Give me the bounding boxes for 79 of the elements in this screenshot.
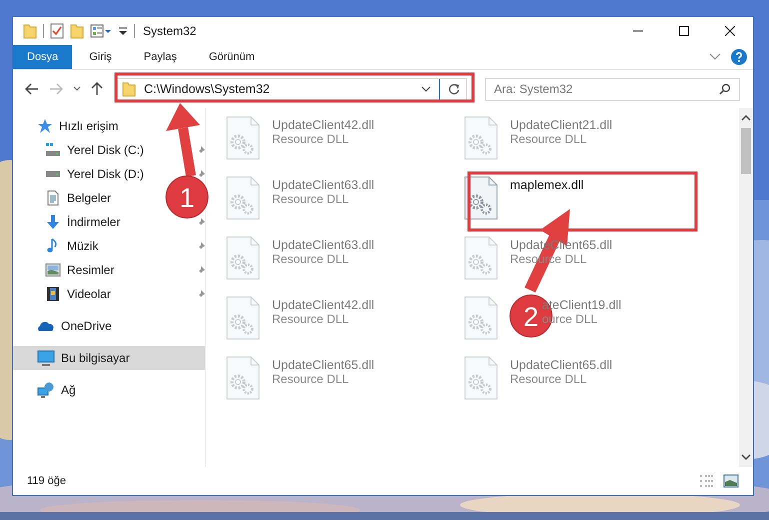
close-icon — [725, 26, 735, 36]
nav-item[interactable]: Hızlı erişim — [13, 114, 122, 138]
ribbon-tab[interactable]: Görünüm — [194, 45, 270, 69]
file-type: Resource DLL — [272, 312, 350, 326]
nav-item[interactable]: Ağ — [13, 378, 80, 402]
gear-file-icon — [226, 176, 260, 220]
scroll-up-icon[interactable] — [741, 114, 751, 122]
gear-file-icon — [226, 356, 260, 400]
film-icon — [45, 286, 61, 302]
pictures-icon — [45, 262, 61, 278]
file-type: Resource DLL — [272, 192, 350, 206]
nav-item[interactable]: Yerel Disk (C:) — [13, 138, 205, 162]
drive-icon — [45, 142, 61, 158]
file-name: UpdateClient63.dll — [272, 238, 374, 252]
file-type: Resource DLL — [272, 372, 350, 386]
properties-icon[interactable] — [90, 24, 112, 38]
gear-file-icon — [464, 296, 498, 340]
file-name: UpdateClient63.dll — [272, 178, 374, 192]
file-name: UpdateClient42.dll — [272, 298, 374, 312]
pin-icon[interactable] — [197, 146, 205, 154]
details-view-icon[interactable] — [699, 474, 715, 488]
pin-icon[interactable] — [197, 218, 205, 226]
item-count: 119 öğe — [27, 475, 66, 487]
gear-file-icon — [464, 116, 498, 160]
nav-item[interactable]: Videolar — [13, 282, 205, 306]
file-name: UpdateClient65.dll — [272, 358, 374, 372]
file-type: Resource DLL — [510, 372, 588, 386]
search-icon — [719, 83, 731, 95]
caret-icon[interactable] — [421, 86, 431, 92]
file-name: maplemex.dll — [510, 178, 584, 192]
help-icon[interactable] — [731, 49, 747, 65]
file-type: Resource DLL — [272, 132, 350, 146]
nav-item[interactable]: Belgeler — [13, 186, 116, 210]
gear-file-icon — [226, 236, 260, 280]
ribbon-tab[interactable]: Paylaş — [128, 45, 192, 69]
checklist-icon[interactable] — [50, 23, 64, 39]
nav-item[interactable]: Müzik — [13, 234, 205, 258]
file-name: UpdateClient42.dll — [272, 118, 374, 132]
network-icon — [37, 382, 55, 398]
refresh-icon[interactable] — [448, 83, 460, 95]
file-name: UpdateClient65.dll — [510, 358, 612, 372]
computer-icon — [37, 350, 55, 366]
pin-icon[interactable] — [197, 242, 205, 250]
large-icons-view-icon[interactable] — [723, 474, 739, 488]
maximize-icon — [679, 26, 689, 36]
gear-file-icon — [464, 176, 498, 220]
expand-ribbon-icon[interactable] — [709, 53, 721, 61]
file-type: Resource DLL — [272, 252, 350, 266]
folder-icon — [122, 81, 136, 97]
gear-file-icon — [226, 116, 260, 160]
scroll-thumb[interactable] — [741, 128, 751, 174]
file-type: Resource DLL — [510, 132, 588, 146]
pin-icon[interactable] — [197, 266, 205, 274]
document-icon — [45, 190, 61, 206]
drive-icon — [45, 171, 61, 177]
download-icon — [45, 214, 61, 230]
dropdown-icon[interactable] — [118, 25, 128, 37]
gear-file-icon — [464, 356, 498, 400]
up-icon[interactable] — [91, 82, 103, 96]
minimize-icon — [633, 30, 643, 32]
back-icon[interactable] — [25, 83, 39, 95]
nav-item[interactable]: OneDrive — [13, 314, 116, 338]
scroll-down-icon[interactable] — [741, 453, 751, 461]
scrollbar[interactable] — [739, 108, 753, 467]
step-marker: 1 — [166, 176, 208, 218]
gear-file-icon — [226, 296, 260, 340]
star-icon — [37, 118, 53, 134]
search-field[interactable]: Ara: System32 — [485, 78, 740, 100]
ribbon-tab[interactable]: Dosya — [13, 45, 72, 69]
ribbon-tab[interactable]: Giriş — [74, 45, 127, 69]
file-name: UpdateClient21.dll — [510, 118, 612, 132]
nav-item[interactable]: Bu bilgisayar — [13, 346, 205, 370]
recent-caret-icon[interactable] — [73, 86, 81, 92]
window-title: System32 — [143, 24, 196, 38]
pin-icon[interactable] — [197, 290, 205, 298]
address-field[interactable]: C:\Windows\System32 — [115, 78, 467, 100]
gear-file-icon — [464, 236, 498, 280]
nav-item[interactable]: Resimler — [13, 258, 205, 282]
pin-icon[interactable] — [197, 170, 205, 178]
